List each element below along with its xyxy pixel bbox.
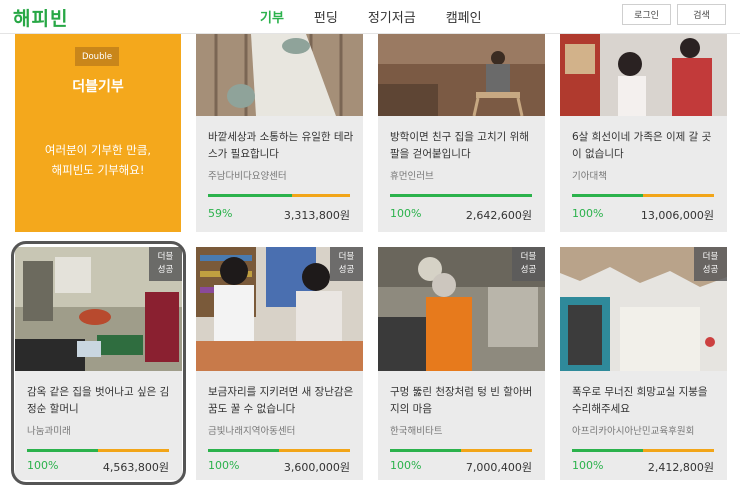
- nav-campaign[interactable]: 캠페인: [446, 7, 482, 26]
- double-success-badge: 더블 성공: [149, 247, 182, 281]
- campaign-org: 한국해비타트: [390, 426, 443, 437]
- progress-percent: 59%: [208, 207, 233, 220]
- nav-regular-saving[interactable]: 정기저금: [368, 7, 416, 26]
- campaign-org: 아프리카아시아난민교육후원회: [572, 426, 695, 437]
- progress-bar: [390, 449, 532, 452]
- double-donation-banner[interactable]: Double 더블기부 여러분이 기부한 만큼, 해피빈도 기부해요!: [15, 34, 181, 232]
- progress-fill: [390, 449, 461, 452]
- badge-line1: 더블: [520, 252, 537, 262]
- progress-fill: [390, 194, 532, 197]
- progress-percent: 100%: [27, 459, 59, 472]
- campaign-info: 폭우로 무너진 희망교실 지붕을 수리해주세요 아프리카아시아난민교육후원회 1…: [560, 371, 727, 480]
- campaign-org: 금빛나래지역아동센터: [208, 426, 296, 437]
- raised-amount: 13,006,000원: [640, 209, 714, 222]
- progress-bar: [572, 194, 714, 197]
- badge-line2: 성공: [702, 265, 719, 275]
- campaign-info: 바깥세상과 소통하는 유일한 테라스가 필요합니다 주남다비다요양센터 59% …: [196, 116, 363, 232]
- campaign-card[interactable]: 방학이면 친구 집을 고치기 위해 팔을 걷어붙입니다 휴먼인러브 100% 2…: [378, 34, 545, 232]
- campaign-card[interactable]: 더블 성공 폭우로 무너진 희망교실 지붕을 수리해주세요 아프리카아시아난민교…: [560, 247, 727, 480]
- double-description: 여러분이 기부한 만큼, 해피빈도 기부해요!: [15, 140, 181, 180]
- raised-amount: 3,313,800원: [283, 209, 350, 222]
- badge-line1: 더블: [157, 252, 174, 262]
- double-text-line2: 해피빈도 기부해요!: [51, 163, 145, 177]
- raised-amount: 7,000,400원: [465, 461, 532, 474]
- progress-bar: [208, 194, 350, 197]
- campaign-org: 휴먼인러브: [390, 171, 434, 182]
- campaign-image[interactable]: [196, 34, 363, 116]
- campaign-org: 기아대책: [572, 171, 607, 182]
- search-button[interactable]: 검색: [677, 4, 726, 25]
- double-success-badge: 더블 성공: [512, 247, 545, 281]
- campaign-title[interactable]: 구멍 뚫린 천장처럼 텅 빈 할아버지의 마음: [390, 384, 536, 418]
- campaign-title[interactable]: 바깥세상과 소통하는 유일한 테라스가 필요합니다: [208, 129, 354, 163]
- progress-fill: [208, 194, 292, 197]
- progress-bar: [390, 194, 532, 197]
- double-success-badge: 더블 성공: [330, 247, 363, 281]
- progress-percent: 100%: [208, 459, 240, 472]
- campaign-info: 방학이면 친구 집을 고치기 위해 팔을 걷어붙입니다 휴먼인러브 100% 2…: [378, 116, 545, 232]
- nav-donate[interactable]: 기부: [260, 7, 284, 26]
- campaign-org: 나눔과미래: [27, 426, 71, 437]
- progress-bar: [208, 449, 350, 452]
- campaign-grid: Double 더블기부 여러분이 기부한 만큼, 해피빈도 기부해요! 바깥세상…: [0, 0, 740, 494]
- raised-amount: 2,642,600원: [465, 209, 532, 222]
- double-text-line1: 여러분이 기부한 만큼,: [44, 143, 152, 157]
- main-nav: 기부 펀딩 정기저금 캠페인: [260, 7, 512, 26]
- campaign-title[interactable]: 폭우로 무너진 희망교실 지붕을 수리해주세요: [572, 384, 718, 418]
- raised-amount: 3,600,000원: [283, 461, 350, 474]
- campaign-info: 구멍 뚫린 천장처럼 텅 빈 할아버지의 마음 한국해비타트 100% 7,00…: [378, 371, 545, 480]
- progress-bar: [27, 449, 169, 452]
- campaign-info: 6살 희선이네 가족은 이제 갈 곳이 없습니다 기아대책 100% 13,00…: [560, 116, 727, 232]
- login-button[interactable]: 로그인: [622, 4, 671, 25]
- progress-fill: [572, 194, 643, 197]
- campaign-card[interactable]: 더블 성공 보금자리를 지키려면 새 장난감은 꿈도 꿀 수 없습니다 금빛나래…: [196, 247, 363, 480]
- badge-line1: 더블: [702, 252, 719, 262]
- progress-percent: 100%: [572, 459, 604, 472]
- progress-percent: 100%: [572, 207, 604, 220]
- badge-line1: 더블: [338, 252, 355, 262]
- campaign-title[interactable]: 보금자리를 지키려면 새 장난감은 꿈도 꿀 수 없습니다: [208, 384, 354, 418]
- campaign-info: 감옥 같은 집을 벗어나고 싶은 김정순 할머니 나눔과미래 100% 4,56…: [15, 371, 182, 480]
- campaign-info: 보금자리를 지키려면 새 장난감은 꿈도 꿀 수 없습니다 금빛나래지역아동센터…: [196, 371, 363, 480]
- progress-fill: [572, 449, 643, 452]
- campaign-image[interactable]: [378, 34, 545, 116]
- double-tag: Double: [75, 47, 119, 66]
- progress-percent: 100%: [390, 459, 422, 472]
- campaign-title[interactable]: 방학이면 친구 집을 고치기 위해 팔을 걷어붙입니다: [390, 129, 536, 163]
- campaign-image[interactable]: [560, 34, 727, 116]
- nav-funding[interactable]: 펀딩: [314, 7, 338, 26]
- campaign-title[interactable]: 감옥 같은 집을 벗어나고 싶은 김정순 할머니: [27, 384, 173, 418]
- campaign-org: 주남다비다요양센터: [208, 171, 287, 182]
- campaign-card[interactable]: 더블 성공 구멍 뚫린 천장처럼 텅 빈 할아버지의 마음 한국해비타트 100…: [378, 247, 545, 480]
- progress-fill: [208, 449, 279, 452]
- raised-amount: 2,412,800원: [647, 461, 714, 474]
- badge-line2: 성공: [520, 265, 537, 275]
- campaign-title[interactable]: 6살 희선이네 가족은 이제 갈 곳이 없습니다: [572, 129, 718, 163]
- progress-bar: [572, 449, 714, 452]
- badge-line2: 성공: [338, 265, 355, 275]
- raised-amount: 4,563,800원: [102, 461, 169, 474]
- badge-line2: 성공: [157, 265, 174, 275]
- double-success-badge: 더블 성공: [694, 247, 727, 281]
- campaign-card[interactable]: 바깥세상과 소통하는 유일한 테라스가 필요합니다 주남다비다요양센터 59% …: [196, 34, 363, 232]
- progress-fill: [27, 449, 98, 452]
- double-title: 더블기부: [72, 79, 124, 95]
- logo[interactable]: 해피빈: [13, 4, 68, 31]
- top-header: 해피빈 기부 펀딩 정기저금 캠페인 로그인 검색: [0, 0, 740, 34]
- campaign-card[interactable]: 더블 성공 감옥 같은 집을 벗어나고 싶은 김정순 할머니 나눔과미래 100…: [15, 247, 182, 480]
- campaign-card[interactable]: 6살 희선이네 가족은 이제 갈 곳이 없습니다 기아대책 100% 13,00…: [560, 34, 727, 232]
- progress-percent: 100%: [390, 207, 422, 220]
